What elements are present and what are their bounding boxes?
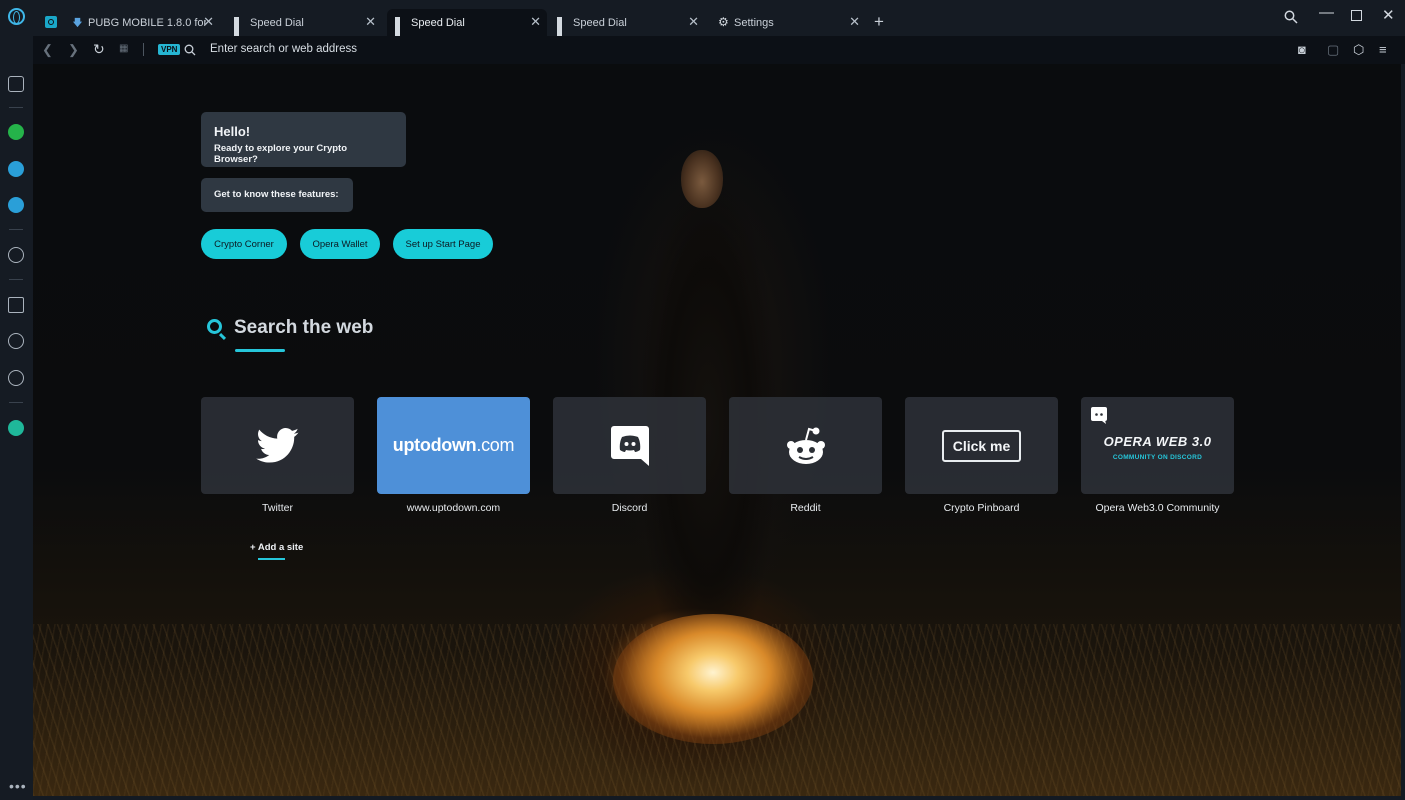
- speed-dial-label: Twitter: [262, 502, 293, 514]
- speed-dial-opera-web3[interactable]: OPERA WEB 3.0 COMMUNITY ON DISCORD: [1081, 397, 1234, 494]
- address-toolbar: ❮ ❯ ↻ ▦ VPN Enter search or web address …: [33, 36, 1405, 64]
- greeting-title: Hello!: [214, 124, 251, 139]
- greeting-subtitle: Ready to explore your Crypto Browser?: [214, 143, 348, 165]
- twitter-sidebar-icon[interactable]: [8, 197, 24, 213]
- pinned-tab-icon[interactable]: [45, 16, 57, 28]
- tab-speed-dial-active[interactable]: Speed Dial ✕: [387, 9, 547, 37]
- whatsapp-icon[interactable]: [8, 124, 24, 140]
- toolbar-divider: [143, 43, 144, 56]
- search-underline: [235, 349, 285, 352]
- opera-web3-subtitle: COMMUNITY ON DISCORD: [1112, 454, 1203, 461]
- sidebar-divider: [9, 279, 23, 280]
- home-icon[interactable]: [8, 76, 24, 92]
- tab-title: Speed Dial: [573, 16, 627, 29]
- crypto-icon[interactable]: ⬡: [1353, 42, 1364, 58]
- speed-dial-page: Hello! Ready to explore your Crypto Brow…: [33, 64, 1401, 796]
- opera-web3-title: OPERA WEB 3.0: [1103, 434, 1212, 449]
- close-icon[interactable]: ✕: [365, 15, 376, 29]
- background-flame: [613, 614, 813, 744]
- opera-menu-icon[interactable]: [8, 8, 25, 25]
- gear-icon: ⚙: [718, 15, 729, 29]
- address-input[interactable]: Enter search or web address: [210, 43, 357, 55]
- settings-icon[interactable]: [8, 370, 24, 386]
- discord-icon: [610, 425, 649, 466]
- speed-dial-discord[interactable]: [553, 397, 706, 494]
- tab-strip: PUBG MOBILE 1.8.0 for An ✕ Speed Dial ✕ …: [0, 0, 1405, 37]
- sidebar-divider: [9, 107, 23, 108]
- close-icon[interactable]: ✕: [203, 15, 214, 29]
- reddit-icon: [786, 427, 825, 464]
- pinboard-icon[interactable]: [8, 297, 24, 313]
- tab-title: Settings: [734, 16, 774, 29]
- close-icon[interactable]: ✕: [530, 15, 541, 29]
- search-web-title[interactable]: Search the web: [234, 317, 373, 339]
- speed-dial-label: Discord: [611, 502, 648, 514]
- speed-dial-label: Opera Web3.0 Community: [1095, 502, 1220, 514]
- download-arrow-icon: [72, 17, 83, 28]
- speed-dial-icon: [234, 17, 245, 37]
- background-figure-face: [681, 150, 723, 208]
- close-icon[interactable]: ✕: [849, 15, 860, 29]
- speed-dial-uptodown[interactable]: uptodown.com: [377, 397, 530, 494]
- forward-icon[interactable]: ❯: [68, 42, 79, 58]
- tab-speed-dial-1[interactable]: Speed Dial ✕: [226, 9, 382, 37]
- sidebar-divider: [9, 229, 23, 230]
- new-tab-button[interactable]: +: [874, 12, 884, 32]
- player-icon[interactable]: [8, 247, 24, 263]
- greeting-bubble: Hello! Ready to explore your Crypto Brow…: [201, 112, 406, 167]
- browser-window: PUBG MOBILE 1.8.0 for An ✕ Speed Dial ✕ …: [0, 0, 1405, 800]
- search-icon: [207, 319, 222, 334]
- speed-dial-icon: [557, 17, 568, 37]
- speed-dial-reddit[interactable]: [729, 397, 882, 494]
- vpn-badge[interactable]: VPN: [158, 44, 181, 55]
- click-me-badge: Click me: [941, 429, 1022, 462]
- sidebar: •••: [0, 36, 33, 800]
- tab-title: PUBG MOBILE 1.8.0 for An: [88, 16, 206, 29]
- tab-title: Speed Dial: [411, 16, 465, 29]
- twitter-icon: [255, 427, 299, 463]
- sidebar-divider: [9, 402, 23, 403]
- features-bubble: Get to know these features:: [201, 178, 353, 212]
- history-icon[interactable]: [8, 333, 24, 349]
- speed-dial-icon: [395, 17, 406, 37]
- back-icon[interactable]: ❮: [42, 42, 53, 58]
- search-icon: [184, 44, 196, 56]
- easy-setup-icon[interactable]: ≡: [1379, 42, 1387, 57]
- opera-wallet-button[interactable]: Opera Wallet: [300, 229, 380, 259]
- close-icon[interactable]: ✕: [688, 15, 699, 29]
- add-site-underline: [258, 558, 285, 560]
- wallet-icon[interactable]: ▢: [1327, 42, 1339, 58]
- uptodown-logo-suffix: .com: [476, 435, 515, 455]
- tab-title: Speed Dial: [250, 16, 304, 29]
- minimize-button[interactable]: —: [1319, 4, 1334, 21]
- discord-icon: [1091, 407, 1107, 424]
- tab-speed-dial-3[interactable]: Speed Dial ✕: [549, 9, 705, 37]
- aria-icon[interactable]: [8, 420, 24, 436]
- tab-pubg[interactable]: PUBG MOBILE 1.8.0 for An ✕: [64, 9, 220, 36]
- speed-dial-label: Reddit: [790, 502, 821, 514]
- search-tabs-icon[interactable]: [1284, 10, 1298, 24]
- telegram-icon[interactable]: [8, 161, 24, 177]
- opera-web3-logo: OPERA WEB 3.0 COMMUNITY ON DISCORD: [1104, 434, 1212, 461]
- speed-dial-crypto-pinboard[interactable]: Click me: [905, 397, 1058, 494]
- add-site-button[interactable]: + Add a site: [250, 542, 303, 553]
- tab-settings[interactable]: ⚙ Settings ✕: [710, 9, 866, 36]
- uptodown-logo-main: uptodown: [392, 435, 477, 455]
- tabs-grid-icon[interactable]: ▦: [119, 43, 128, 54]
- setup-start-page-button[interactable]: Set up Start Page: [393, 229, 493, 259]
- uptodown-logo: uptodown.com: [392, 435, 515, 456]
- maximize-button[interactable]: [1351, 10, 1362, 21]
- close-window-button[interactable]: ✕: [1382, 6, 1395, 24]
- crypto-corner-button[interactable]: Crypto Corner: [201, 229, 287, 259]
- more-icon[interactable]: •••: [9, 778, 27, 794]
- speed-dial-twitter[interactable]: [201, 397, 354, 494]
- speed-dial-label: Crypto Pinboard: [943, 502, 1020, 514]
- speed-dial-label: www.uptodown.com: [406, 502, 501, 514]
- reload-icon[interactable]: ↻: [93, 41, 105, 58]
- snapshot-icon[interactable]: ◙: [1298, 42, 1306, 57]
